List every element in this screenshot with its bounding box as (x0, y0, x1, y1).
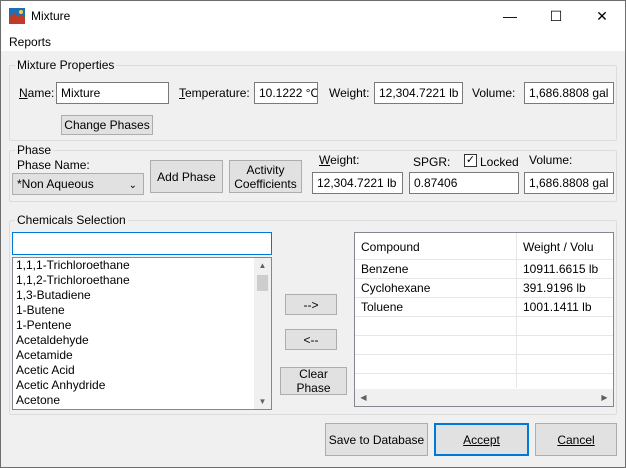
change-phases-button[interactable]: Change Phases (61, 115, 153, 135)
accept-label: Accept (463, 432, 500, 447)
spgr-label: SPGR: (413, 155, 451, 169)
scroll-left-icon[interactable]: ◀ (355, 393, 372, 402)
column-divider (516, 233, 517, 388)
weight-input[interactable]: 12,304.7221 lb (374, 82, 463, 104)
clear-phase-button[interactable]: Clear Phase (280, 367, 347, 395)
compound-table[interactable]: Compound Weight / Volu Benzene 10911.661… (354, 232, 614, 407)
scrollbar-thumb[interactable] (257, 275, 268, 291)
row-divider (355, 297, 613, 298)
cell-weight: 10911.6615 lb (523, 262, 599, 276)
list-item[interactable]: Acetone (16, 393, 60, 407)
window-title: Mixture (31, 9, 71, 23)
list-item[interactable]: 1,1,2-Trichloroethane (16, 273, 130, 287)
row-divider (355, 373, 613, 374)
temperature-input[interactable]: 10.1222 °C (254, 82, 318, 104)
row-divider (355, 335, 613, 336)
activity-coefficients-button[interactable]: Activity Coefficients (229, 160, 302, 193)
mixture-properties-label: Mixture Properties (15, 58, 117, 72)
add-to-phase-button[interactable]: --> (285, 294, 337, 315)
minimize-icon: — (503, 8, 517, 24)
add-phase-button[interactable]: Add Phase (150, 160, 223, 193)
save-to-database-button[interactable]: Save to Database (325, 423, 428, 456)
temperature-label: Temperature: (179, 86, 250, 100)
phase-name-value: *Non Aqueous (17, 177, 94, 191)
list-item[interactable]: Acetic Anhydride (16, 378, 105, 392)
title-bar: Mixture — ☐ ✕ (1, 1, 625, 31)
cancel-button[interactable]: Cancel (535, 423, 617, 456)
cell-compound: Cyclohexane (361, 281, 431, 295)
list-item[interactable]: Acetaldehyde (16, 333, 89, 347)
app-icon (9, 8, 25, 24)
checkmark-icon: ✓ (465, 154, 476, 166)
chemical-list-scrollbar[interactable]: ▲ ▼ (254, 258, 271, 409)
maximize-icon: ☐ (549, 7, 563, 24)
activity-line-1: Activity (246, 162, 285, 177)
maximize-button[interactable]: ☐ (533, 1, 579, 31)
cell-compound: Benzene (361, 262, 409, 276)
mixture-window: Mixture — ☐ ✕ Reports Mixture Properties… (0, 0, 626, 468)
phase-name-label: Phase Name: (17, 158, 90, 172)
row-divider (355, 354, 613, 355)
list-item[interactable]: Acetic Acid (16, 363, 75, 377)
list-item[interactable]: 1,3-Butadiene (16, 288, 91, 302)
list-item[interactable]: Acetamide (16, 348, 73, 362)
chevron-down-icon: ⌄ (128, 180, 137, 191)
phase-name-select[interactable]: *Non Aqueous ⌄ (12, 173, 144, 195)
cell-weight: 391.9196 lb (523, 281, 586, 295)
activity-line-2: Coefficients (234, 176, 297, 191)
close-icon: ✕ (596, 7, 608, 24)
list-item[interactable]: 1,1,1-Trichloroethane (16, 258, 130, 272)
volume-input[interactable]: 1,686.8808 gal (524, 82, 614, 104)
chemical-search-input[interactable] (12, 232, 272, 255)
close-button[interactable]: ✕ (579, 1, 625, 31)
accept-button[interactable]: Accept (434, 423, 529, 456)
scroll-right-icon[interactable]: ▶ (596, 393, 613, 402)
row-divider (355, 278, 613, 279)
phase-volume-label: Volume: (529, 153, 573, 167)
list-item[interactable]: 1-Butene (16, 303, 65, 317)
locked-checkbox[interactable]: ✓ (464, 154, 477, 167)
weight-label: Weight: (329, 86, 370, 100)
phase-volume-input[interactable]: 1,686.8808 gal (524, 172, 614, 194)
minimize-button[interactable]: — (487, 1, 533, 31)
name-label: Name: (19, 86, 55, 100)
cell-weight: 1001.1411 lb (523, 300, 592, 314)
scroll-down-icon[interactable]: ▼ (254, 397, 271, 406)
remove-from-phase-button[interactable]: <-- (285, 329, 337, 350)
chemicals-selection-label: Chemicals Selection (15, 213, 128, 227)
column-header-weight[interactable]: Weight / Volu (523, 240, 594, 254)
menu-bar: Reports (1, 31, 625, 51)
cell-compound: Toluene (361, 300, 404, 314)
chemical-list[interactable]: 1,1,1-Trichloroethane 1,1,2-Trichloroeth… (12, 257, 272, 410)
header-divider (355, 259, 613, 260)
cancel-label: Cancel (557, 432, 595, 447)
phase-weight-input[interactable]: 12,304.7221 lb (312, 172, 403, 194)
locked-label: Locked (480, 155, 519, 169)
spgr-input[interactable]: 0.87406 (409, 172, 519, 194)
volume-label: Volume: (472, 86, 516, 100)
compound-table-hscrollbar[interactable]: ◀ ▶ (355, 389, 613, 406)
menu-reports[interactable]: Reports (9, 35, 51, 49)
name-input[interactable]: Mixture (56, 82, 169, 104)
row-divider (355, 316, 613, 317)
phase-weight-label: Weight: (319, 153, 360, 167)
list-item[interactable]: 1-Pentene (16, 318, 71, 332)
phase-group-label: Phase (15, 143, 54, 157)
scroll-up-icon[interactable]: ▲ (254, 261, 271, 270)
column-header-compound[interactable]: Compound (361, 240, 420, 254)
